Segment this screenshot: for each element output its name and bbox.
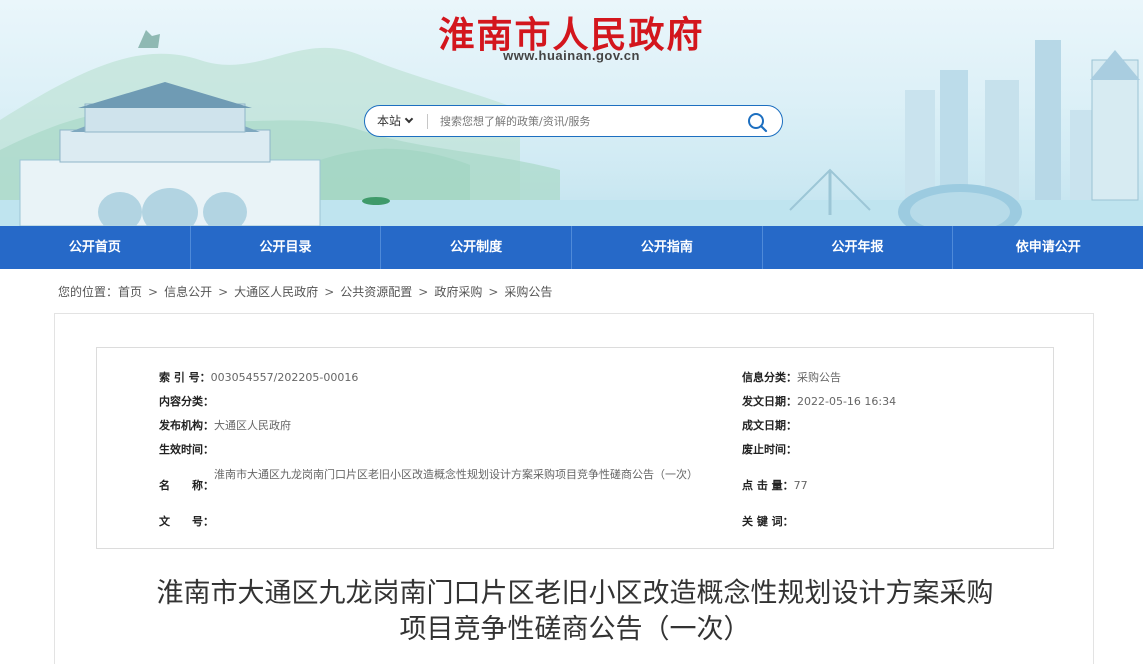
meta-hits: 点 击 量：77 — [742, 477, 808, 493]
nav-item-apply[interactable]: 依申请公开 — [953, 226, 1143, 269]
metadata-table: 索 引 号：003054557/202205-00016 内容分类： 发布机构：… — [96, 347, 1054, 549]
meta-name-value: 淮南市大通区九龙岗南门口片区老旧小区改造概念性规划设计方案采购项目竞争性磋商公告… — [214, 468, 698, 481]
main-nav: 公开首页 公开目录 公开制度 公开指南 公开年报 依申请公开 — [0, 226, 1143, 269]
meta-effective-label: 生效时间： — [159, 443, 214, 456]
breadcrumb-info-public[interactable]: 信息公开 — [164, 285, 212, 299]
breadcrumb-procurement-notice[interactable]: 采购公告 — [504, 285, 552, 299]
breadcrumb-gov-procurement[interactable]: 政府采购 — [434, 285, 482, 299]
nav-item-system[interactable]: 公开制度 — [381, 226, 573, 269]
meta-hits-value: 77 — [793, 479, 808, 492]
meta-name: 名 称： — [159, 477, 214, 493]
meta-publish-date-value: 2022-05-16 16:34 — [797, 395, 897, 408]
nav-item-home[interactable]: 公开首页 — [0, 226, 191, 269]
meta-created-date: 成文日期： — [742, 417, 797, 433]
meta-docno-label: 文 号： — [159, 515, 214, 528]
breadcrumb-district-gov[interactable]: 大通区人民政府 — [234, 285, 318, 299]
breadcrumb-prefix: 您的位置： — [58, 285, 119, 299]
meta-hits-label: 点 击 量： — [742, 479, 794, 492]
breadcrumb-separator: > — [218, 285, 229, 299]
breadcrumb-separator: > — [324, 285, 335, 299]
meta-publish-date-label: 发文日期： — [742, 395, 797, 408]
meta-publisher-label: 发布机构： — [159, 419, 214, 432]
breadcrumb-separator: > — [148, 285, 159, 299]
meta-expire-label: 废止时间： — [742, 443, 797, 456]
meta-effective: 生效时间： — [159, 441, 214, 457]
meta-info-class: 信息分类：采购公告 — [742, 369, 841, 385]
meta-keywords-label: 关 键 词： — [742, 515, 794, 528]
meta-expire: 废止时间： — [742, 441, 797, 457]
search-scope-select[interactable]: 本站 — [377, 106, 414, 136]
meta-info-class-value: 采购公告 — [797, 371, 841, 384]
meta-keywords: 关 键 词： — [742, 513, 794, 529]
meta-index-value: 003054557/202205-00016 — [210, 371, 359, 384]
meta-info-class-label: 信息分类： — [742, 371, 797, 384]
nav-item-annual-report[interactable]: 公开年报 — [763, 226, 954, 269]
meta-created-date-label: 成文日期： — [742, 419, 797, 432]
search-button[interactable] — [746, 111, 768, 133]
chevron-down-icon — [404, 114, 414, 124]
breadcrumb: 您的位置：首页 > 信息公开 > 大通区人民政府 > 公共资源配置 > 政府采购 > 采购公告 — [58, 283, 552, 300]
meta-content-class-label: 内容分类： — [159, 395, 214, 408]
meta-publish-date: 发文日期：2022-05-16 16:34 — [742, 393, 896, 409]
content-panel: 索 引 号：003054557/202205-00016 内容分类： 发布机构：… — [54, 313, 1094, 664]
meta-index: 索 引 号：003054557/202205-00016 — [159, 369, 358, 385]
nav-item-guide[interactable]: 公开指南 — [572, 226, 763, 269]
article-title-line-1: 淮南市大通区九龙岗南门口片区老旧小区改造概念性规划设计方案采购 — [156, 578, 994, 609]
search-divider — [427, 114, 428, 129]
meta-docno: 文 号： — [159, 513, 214, 529]
breadcrumb-separator: > — [488, 285, 499, 299]
meta-index-label: 索 引 号： — [159, 371, 211, 384]
meta-name-label: 名 称： — [159, 479, 214, 492]
site-domain: www.huainan.gov.cn — [503, 48, 640, 63]
meta-content-class: 内容分类： — [159, 393, 214, 409]
search-input[interactable] — [440, 110, 730, 132]
nav-item-catalog[interactable]: 公开目录 — [191, 226, 382, 269]
breadcrumb-public-resources[interactable]: 公共资源配置 — [340, 285, 412, 299]
meta-publisher-value: 大通区人民政府 — [214, 419, 291, 432]
article-title-line-2: 项目竞争性磋商公告（一次） — [399, 614, 751, 645]
meta-publisher: 发布机构：大通区人民政府 — [159, 417, 291, 433]
search-icon — [748, 113, 768, 133]
breadcrumb-home[interactable]: 首页 — [118, 285, 142, 299]
search-scope-label: 本站 — [377, 114, 402, 128]
header-banner: 淮南市人民政府 www.huainan.gov.cn 本站 — [0, 0, 1143, 226]
article-title: 淮南市大通区九龙岗南门口片区老旧小区改造概念性规划设计方案采购 项目竞争性磋商公… — [55, 576, 1095, 648]
search-box: 本站 — [364, 105, 783, 137]
breadcrumb-separator: > — [418, 285, 429, 299]
